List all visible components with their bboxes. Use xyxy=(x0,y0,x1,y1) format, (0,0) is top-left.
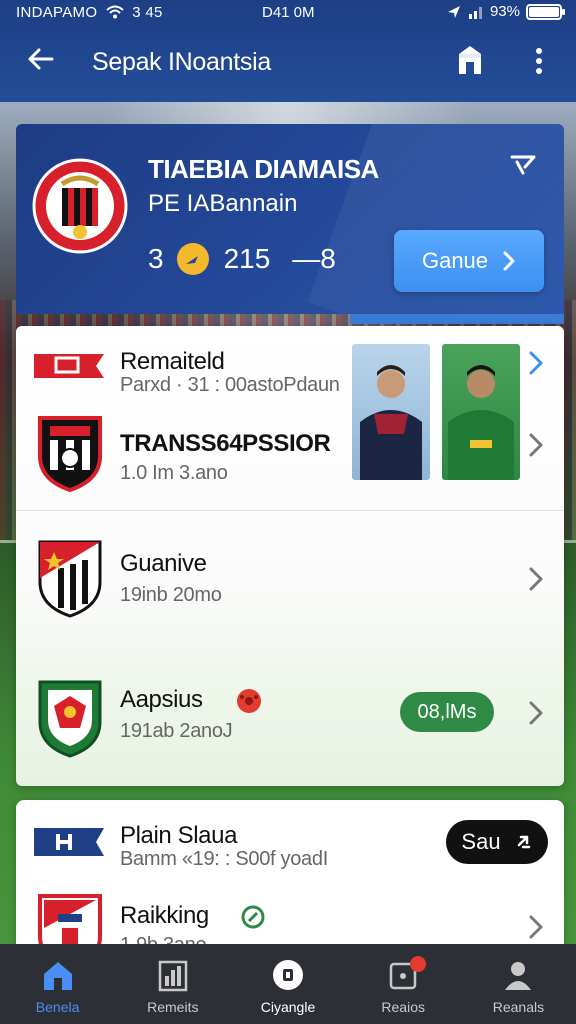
hero-tab-indicator xyxy=(350,314,564,324)
flag-banner-icon xyxy=(34,354,104,378)
list-item[interactable]: TRANSS64PSSIOR 1.0 Im 3.ano xyxy=(16,406,564,516)
home-icon xyxy=(43,962,72,990)
app-title: Sepak INoantsia xyxy=(92,48,271,76)
hero-stat-b: 215 xyxy=(223,243,271,274)
flag-banner-icon xyxy=(34,828,104,856)
team-crest-icon xyxy=(32,158,128,254)
status-bar: INDAPAMO 3 45 D41 0M 93% xyxy=(0,0,576,26)
list-item-subtitle: Bamm «19: : S00f yoadI xyxy=(120,848,328,870)
hero-title: TIAEBIA DIAMAISA xyxy=(148,154,379,184)
ranking-list-card: Plain Slaua Bamm «19: : S00f yoadI Sau R… xyxy=(16,800,564,972)
chevron-right-icon xyxy=(503,251,515,271)
back-arrow-icon[interactable] xyxy=(26,44,56,74)
location-icon xyxy=(447,5,460,18)
nav-label: Benela xyxy=(35,999,80,1015)
battery-fill xyxy=(529,6,559,17)
hero-stat-a: 3 xyxy=(148,243,164,274)
list-item-title: Plain Slaua xyxy=(120,822,238,849)
top-app-bar: INDAPAMO 3 45 D41 0M 93% Sepak INoantsia xyxy=(0,0,576,102)
club-crest-icon xyxy=(38,540,102,618)
carrier-label: INDAPAMO xyxy=(16,4,98,21)
chevron-right-icon[interactable] xyxy=(528,566,544,592)
battery-percent: 93% xyxy=(489,3,520,20)
list-item-subtitle: 191ab 2anoJ xyxy=(120,720,233,742)
list-item-title: Raikking xyxy=(120,902,209,929)
sau-button-label: Sau xyxy=(461,829,501,854)
match-list-card: Remaiteld Parxd · 31 : 00astoPdaun TRANS… xyxy=(16,326,564,786)
more-vert-icon[interactable] xyxy=(530,46,548,76)
ball-icon xyxy=(176,243,209,275)
nav-item-stats[interactable]: Remeits xyxy=(115,944,230,1024)
list-item-subtitle: Parxd · 31 : 00astoPdaun xyxy=(120,374,340,396)
signal-icon xyxy=(468,6,482,19)
game-button-label: Ganue xyxy=(421,248,489,273)
swap-icon xyxy=(517,835,530,849)
sau-button[interactable]: Sau xyxy=(446,820,548,864)
chevron-right-icon[interactable] xyxy=(528,350,544,376)
whistle-icon xyxy=(241,905,265,929)
status-pill[interactable]: 08,lMs xyxy=(400,692,494,732)
list-item-title: TRANSS64PSSIOR xyxy=(120,430,331,457)
status-time-center: D41 0M xyxy=(262,4,315,21)
list-item-title: Aapsius xyxy=(120,686,203,713)
list-item-subtitle: 1.0 Im 3.ano xyxy=(120,462,228,484)
status-time-left: 3 45 xyxy=(132,4,163,21)
club-crest-icon xyxy=(38,680,102,758)
nav-item-ball[interactable]: Ciyangle xyxy=(230,944,345,1024)
chevron-right-icon[interactable] xyxy=(528,432,544,458)
hero-stat-c: —8 xyxy=(292,243,336,274)
nav-label: Remeits xyxy=(147,999,199,1015)
ball-icon xyxy=(273,960,303,990)
list-item[interactable]: Plain Slaua Bamm «19: : S00f yoadI Sau xyxy=(16,800,564,880)
filter-icon[interactable] xyxy=(510,154,536,176)
battery-icon xyxy=(526,3,565,20)
club-crest-icon xyxy=(38,416,102,492)
profile-icon xyxy=(505,962,532,990)
nav-label: Reaios xyxy=(381,999,425,1015)
list-item-title: Remaiteld xyxy=(120,348,225,375)
list-item[interactable]: Guanive 19inb 20mo xyxy=(16,526,564,636)
game-button[interactable]: Ganue xyxy=(394,230,544,292)
team-hero-card: TIAEBIA DIAMAISA PE IABannain 3 215 —8 G… xyxy=(16,124,564,314)
notification-badge xyxy=(409,956,426,972)
nav-label: Reanals xyxy=(492,999,545,1015)
nav-label: Ciyangle xyxy=(260,999,316,1015)
list-item-subtitle: 19inb 20mo xyxy=(120,584,222,606)
red-ball-icon xyxy=(237,689,261,713)
stats-icon xyxy=(158,960,188,992)
divider xyxy=(16,510,564,511)
store-icon[interactable] xyxy=(456,44,484,76)
list-item[interactable]: Aapsius 191ab 2anoJ 08,lMs xyxy=(16,666,564,776)
hero-stats: 3 215 —8 xyxy=(148,242,336,276)
nav-item-notifications[interactable]: Reaios xyxy=(346,944,461,1024)
bottom-navigation: Benela Remeits Ciyangle Reaios Reanals xyxy=(0,944,576,1024)
wifi-icon xyxy=(106,5,124,19)
nav-item-profile[interactable]: Reanals xyxy=(461,944,576,1024)
nav-item-home[interactable]: Benela xyxy=(0,944,115,1024)
hero-subtitle: PE IABannain xyxy=(148,190,298,217)
chevron-right-icon[interactable] xyxy=(528,700,544,726)
chevron-right-icon[interactable] xyxy=(528,914,544,940)
list-item-title: Guanive xyxy=(120,550,207,577)
